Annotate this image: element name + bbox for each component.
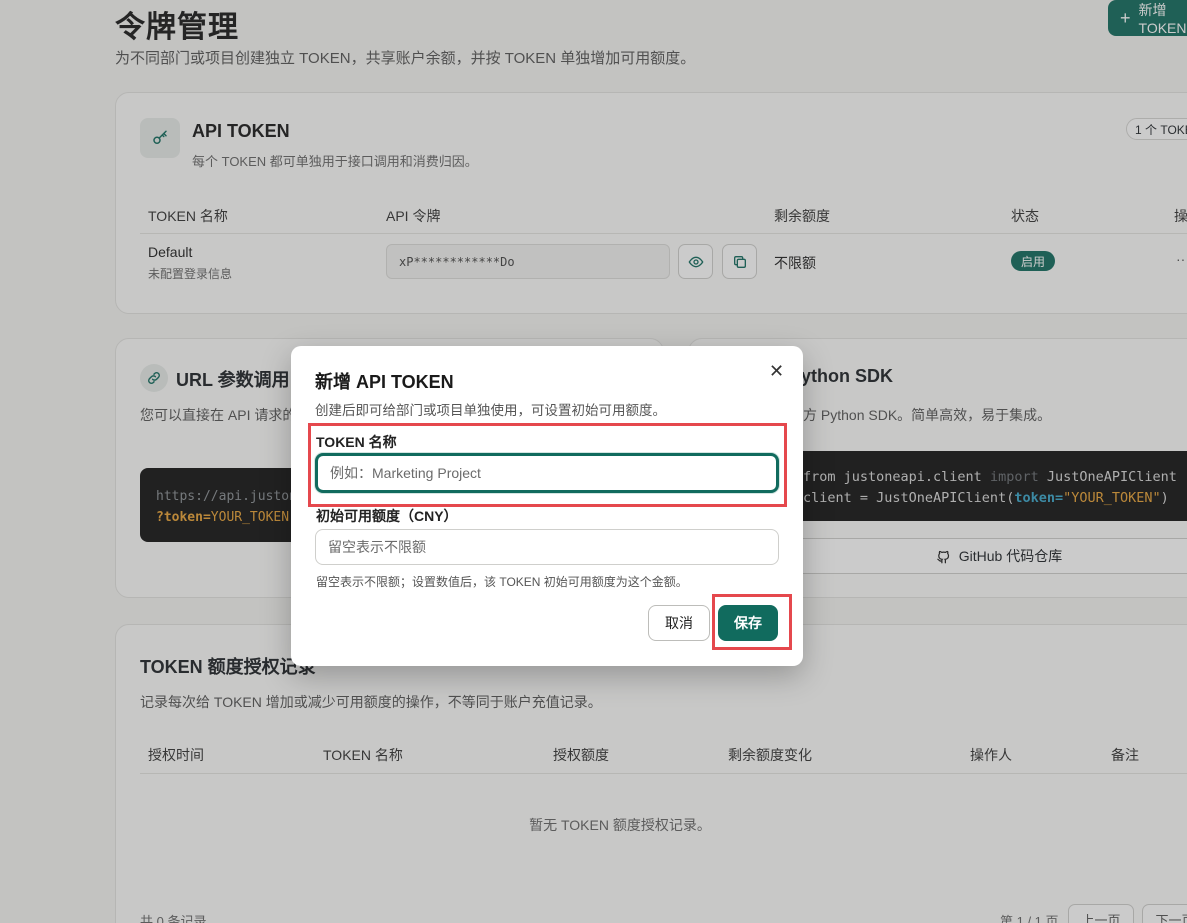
dialog-subtitle: 创建后即可给部门或项目单独使用，可设置初始可用额度。: [315, 403, 666, 418]
save-button[interactable]: 保存: [718, 605, 778, 641]
initial-quota-input[interactable]: [315, 529, 779, 565]
new-token-dialog: 新增 API TOKEN ✕ 创建后即可给部门或项目单独使用，可设置初始可用额度…: [291, 346, 803, 666]
token-name-input[interactable]: [315, 453, 779, 493]
close-icon[interactable]: ✕: [769, 361, 784, 382]
token-name-label: TOKEN 名称: [316, 434, 397, 450]
cancel-button[interactable]: 取消: [648, 605, 710, 641]
quota-hint: 留空表示不限额；设置数值后，该 TOKEN 初始可用额度为这个金额。: [316, 575, 688, 589]
initial-quota-label: 初始可用额度（CNY）: [316, 508, 458, 524]
app-root: 令牌管理 为不同部门或项目创建独立 TOKEN，共享账户余额，并按 TOKEN …: [0, 0, 1187, 923]
dialog-title: 新增 API TOKEN: [315, 372, 454, 392]
